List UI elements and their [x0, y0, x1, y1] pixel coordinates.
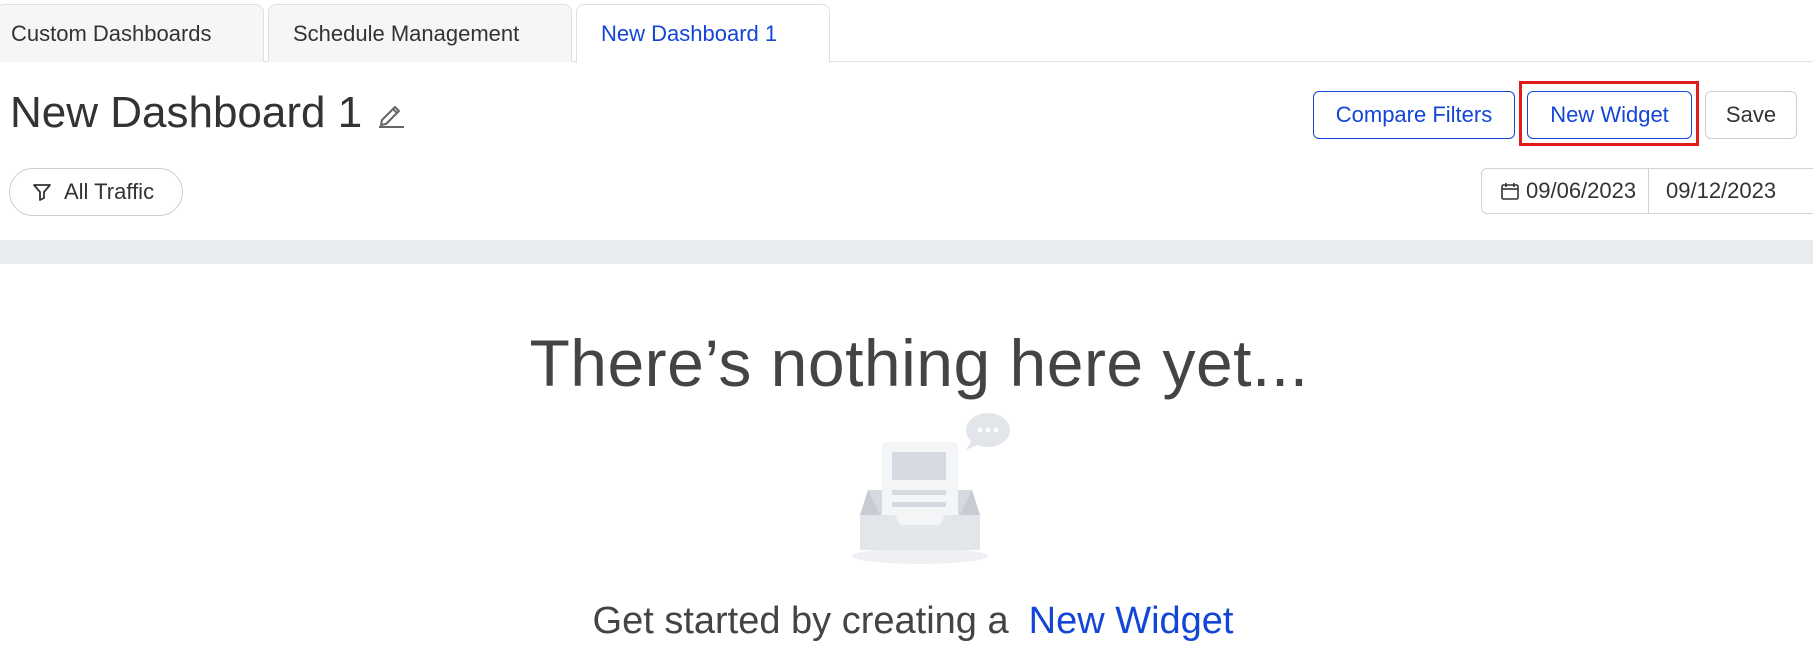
traffic-filter-chip[interactable]: All Traffic: [9, 168, 183, 216]
new-widget-button[interactable]: New Widget: [1527, 91, 1692, 139]
empty-state-cta: Get started by creating a New Widget: [0, 600, 1813, 643]
empty-state-heading: There’s nothing here yet...: [529, 326, 1309, 400]
tab-label: Schedule Management: [293, 20, 520, 46]
empty-inbox-illustration: [850, 410, 1010, 570]
section-divider: [0, 240, 1813, 264]
tab-custom-dashboards[interactable]: Custom Dashboards: [0, 4, 264, 62]
calendar-icon: [1501, 183, 1519, 200]
compare-filters-label: Compare Filters: [1335, 102, 1493, 127]
dashboard-title: New Dashboard 1: [10, 88, 363, 137]
end-date-value: 09/12/2023: [1666, 178, 1777, 203]
tab-label: New Dashboard 1: [601, 21, 778, 46]
start-date-field[interactable]: 09/06/2023: [1482, 169, 1649, 213]
tab-bar: Custom Dashboards Schedule Management Ne…: [0, 0, 1813, 63]
cta-text: Get started by creating a: [592, 600, 1009, 642]
new-widget-link[interactable]: New Widget: [1029, 600, 1234, 642]
tab-schedule-management[interactable]: Schedule Management: [268, 4, 572, 62]
save-label: Save: [1725, 102, 1777, 127]
start-date-value: 09/06/2023: [1526, 178, 1637, 203]
end-date-field[interactable]: 09/12/2023: [1649, 178, 1776, 204]
pencil-icon[interactable]: [376, 98, 406, 128]
tab-new-dashboard-1[interactable]: New Dashboard 1: [576, 4, 830, 63]
compare-filters-button[interactable]: Compare Filters: [1313, 91, 1515, 139]
save-button[interactable]: Save: [1705, 91, 1797, 139]
dashboard-page: Custom Dashboards Schedule Management Ne…: [0, 0, 1813, 671]
page-title: New Dashboard 1: [10, 88, 406, 138]
funnel-icon: [33, 184, 51, 201]
new-widget-label: New Widget: [1550, 102, 1669, 127]
date-range-picker: 09/06/2023 09/12/2023: [1481, 168, 1813, 214]
tab-label: Custom Dashboards: [11, 20, 212, 46]
traffic-filter-label: All Traffic: [64, 179, 155, 204]
